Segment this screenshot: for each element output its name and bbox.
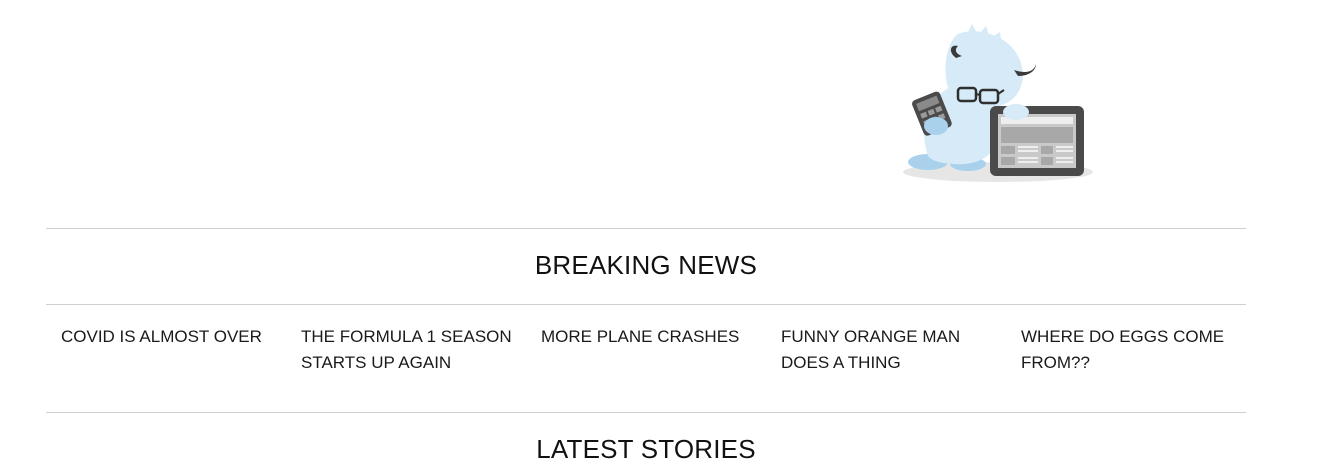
- news-link-covid[interactable]: COVID IS ALMOST OVER: [61, 324, 276, 350]
- breaking-news-heading: BREAKING NEWS: [534, 250, 758, 280]
- news-link-eggs[interactable]: WHERE DO EGGS COME FROM??: [1021, 324, 1236, 376]
- latest-stories-heading: LATEST STORIES: [536, 434, 756, 464]
- divider-middle: [46, 304, 1246, 305]
- yeti-mascot-icon: [858, 6, 1138, 186]
- news-link-orange-man[interactable]: FUNNY ORANGE MAN DOES A THING: [781, 324, 996, 376]
- divider-bottom: [46, 412, 1246, 413]
- news-link-formula-1[interactable]: THE FORMULA 1 SEASON STARTS UP AGAIN: [301, 324, 516, 376]
- breaking-news-list: COVID IS ALMOST OVER THE FORMULA 1 SEASO…: [61, 324, 1261, 404]
- news-link-plane-crashes[interactable]: MORE PLANE CRASHES: [541, 324, 756, 350]
- divider-top: [46, 228, 1246, 229]
